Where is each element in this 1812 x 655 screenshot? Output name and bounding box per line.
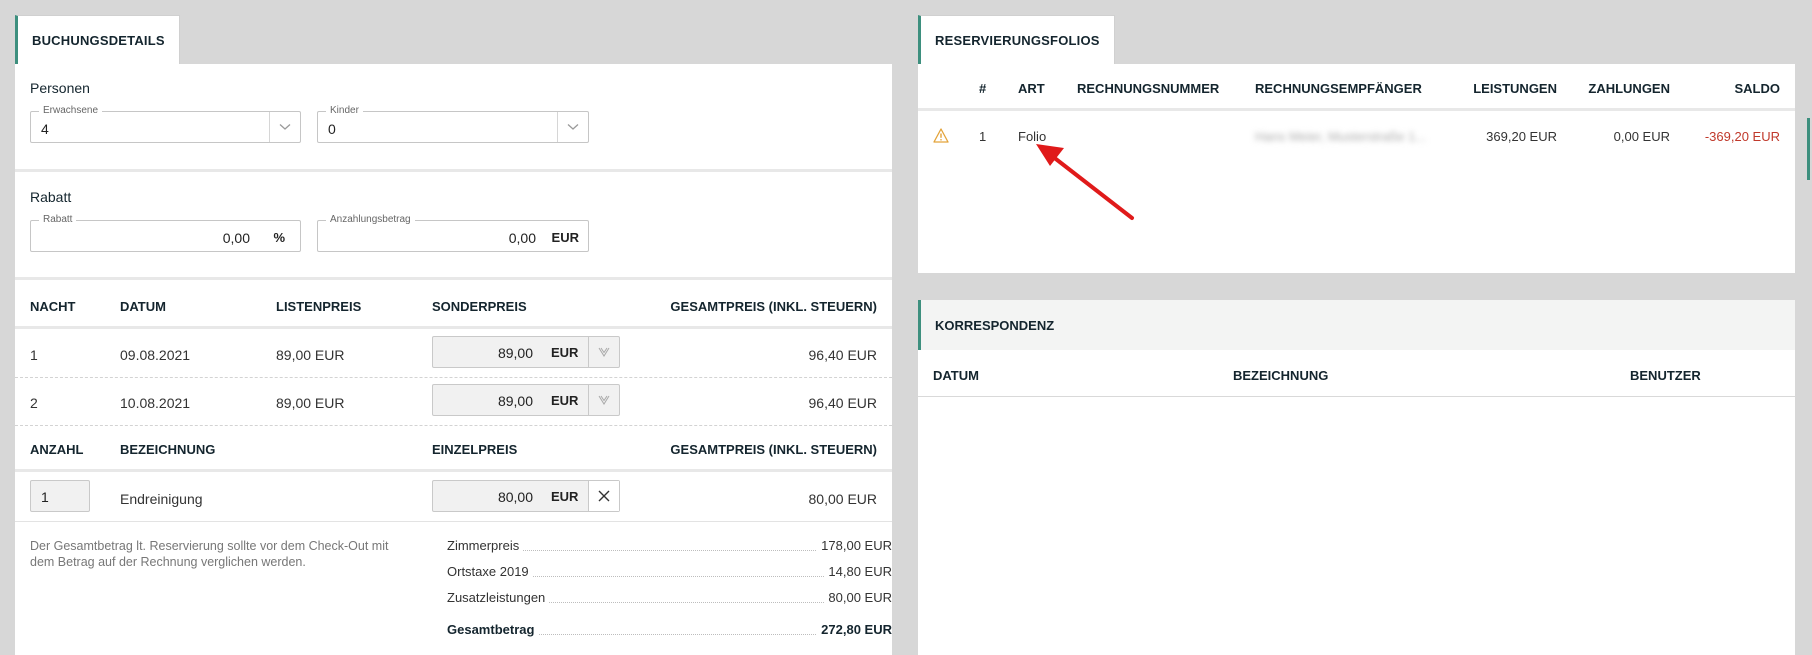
tab-buchungsdetails[interactable]: BUCHUNGSDETAILS <box>15 15 180 64</box>
divider <box>15 425 892 426</box>
extra-name: Endreinigung <box>120 491 203 507</box>
unit-price-input[interactable]: 80,00 EUR <box>432 480 620 512</box>
booking-details-panel: Personen Erwachsene 4 Kinder 0 Rabatt Ra… <box>15 64 892 655</box>
col-header-unitprice: EINZELPREIS <box>432 442 518 457</box>
total-label: Gesamtbetrag <box>447 622 539 637</box>
summary-row: Zusatzleistungen 80,00 EUR <box>447 590 892 608</box>
correspondence-title: KORRESPONDENZ <box>935 318 1055 333</box>
special-price-input[interactable]: 89,00 EUR <box>432 336 620 368</box>
summary-value: 178,00 EUR <box>817 538 892 553</box>
quantity-value: 1 <box>41 489 49 505</box>
checkout-note: Der Gesamtbetrag lt. Reservierung sollte… <box>30 539 389 569</box>
deposit-legend: Anzahlungsbetrag <box>326 214 415 225</box>
tab-reservierungsfolios[interactable]: RESERVIERUNGSFOLIOS <box>918 15 1115 64</box>
heart-icon[interactable] <box>588 337 619 367</box>
night-number: 1 <box>30 347 38 363</box>
divider <box>15 469 892 472</box>
night-date: 10.08.2021 <box>120 395 191 411</box>
persons-title: Personen <box>30 80 90 96</box>
summary-value: 14,80 EUR <box>824 564 892 579</box>
night-total: 96,40 EUR <box>808 395 877 411</box>
folio-payments: 0,00 EUR <box>1613 129 1670 144</box>
summary-label: Ortstaxe 2019 <box>447 564 533 579</box>
special-price-value: 89,00 <box>497 393 533 409</box>
warning-icon <box>933 128 949 148</box>
col-header-number: # <box>979 81 987 96</box>
summary-total-row: Gesamtbetrag 272,80 EUR <box>447 622 892 640</box>
col-header-corr-name: BEZEICHNUNG <box>1233 368 1329 383</box>
deposit-value: 0,00 <box>508 230 536 246</box>
divider <box>15 326 892 329</box>
adults-value: 4 <box>41 121 49 137</box>
children-value: 0 <box>328 121 336 137</box>
col-header-payments: ZAHLUNGEN <box>1588 81 1670 96</box>
special-price-value: 89,00 <box>497 345 533 361</box>
summary-label: Zimmerpreis <box>447 538 524 553</box>
col-header-specialprice: SONDERPREIS <box>432 299 527 314</box>
special-price-unit: EUR <box>551 345 579 360</box>
col-header-night: NACHT <box>30 299 76 314</box>
divider <box>15 521 892 522</box>
col-header-recipient: RECHNUNGSEMPFÄNGER <box>1255 81 1422 96</box>
col-header-type: ART <box>1018 81 1045 96</box>
col-header-corr-user: BENUTZER <box>1630 368 1701 383</box>
discount-value: 0,00 <box>222 230 250 246</box>
adults-select[interactable]: Erwachsene 4 <box>30 105 301 143</box>
unit-price-unit: EUR <box>551 489 579 504</box>
night-date: 09.08.2021 <box>120 347 191 363</box>
night-number: 2 <box>30 395 38 411</box>
discount-legend: Rabatt <box>39 214 77 225</box>
heart-icon[interactable] <box>588 385 619 415</box>
divider <box>15 169 892 172</box>
folio-balance: -369,20 EUR <box>1704 129 1780 144</box>
correspondence-header: KORRESPONDENZ <box>918 300 1795 350</box>
adults-legend: Erwachsene <box>39 105 103 116</box>
chevron-down-icon[interactable] <box>557 112 588 142</box>
folio-recipient: Hans Meier, Musterstraße 1... <box>1255 129 1427 144</box>
night-listprice: 89,00 EUR <box>276 347 345 363</box>
summary-row: Ortstaxe 2019 14,80 EUR <box>447 564 892 582</box>
divider <box>918 108 1795 111</box>
special-price-unit: EUR <box>551 393 579 408</box>
discount-title: Rabatt <box>30 189 72 205</box>
deposit-unit: EUR <box>551 230 579 245</box>
folio-services: 369,20 EUR <box>1486 129 1557 144</box>
col-header-total: GESAMTPREIS (INKL. STEUERN) <box>670 299 877 314</box>
col-header-name: BEZEICHNUNG <box>120 442 216 457</box>
children-legend: Kinder <box>326 105 363 116</box>
night-listprice: 89,00 EUR <box>276 395 345 411</box>
children-select[interactable]: Kinder 0 <box>317 105 589 143</box>
summary-row: Zimmerpreis 178,00 EUR <box>447 538 892 556</box>
special-price-input[interactable]: 89,00 EUR <box>432 384 620 416</box>
col-header-invoice-number: RECHNUNGSNUMMER <box>1077 81 1220 96</box>
total-value: 272,80 EUR <box>817 622 892 637</box>
arrow-annotation-icon <box>1036 144 1134 220</box>
chevron-down-icon[interactable] <box>269 112 300 142</box>
discount-unit: % <box>273 230 285 245</box>
col-header-services: LEISTUNGEN <box>1473 81 1557 96</box>
deposit-input[interactable]: Anzahlungsbetrag 0,00 EUR <box>317 214 589 252</box>
col-header-qty: ANZAHL <box>30 442 84 457</box>
summary-value: 80,00 EUR <box>824 590 892 605</box>
summary-label: Zusatzleistungen <box>447 590 550 605</box>
divider <box>918 396 1795 397</box>
correspondence-panel: KORRESPONDENZ DATUM BEZEICHNUNG BENUTZER <box>918 300 1795 655</box>
folio-number: 1 <box>979 129 987 144</box>
col-header-date: DATUM <box>120 299 166 314</box>
divider <box>15 377 892 378</box>
col-header-corr-date: DATUM <box>933 368 979 383</box>
close-icon[interactable] <box>588 481 619 511</box>
discount-input[interactable]: Rabatt 0,00 % <box>30 214 301 252</box>
quantity-input[interactable]: 1 <box>30 480 90 512</box>
col-header-balance: SALDO <box>1734 81 1781 96</box>
scroll-indicator[interactable] <box>1807 118 1810 180</box>
divider <box>15 277 892 280</box>
night-total: 96,40 EUR <box>808 347 877 363</box>
col-header-listprice: LISTENPREIS <box>276 299 362 314</box>
unit-price-value: 80,00 <box>497 489 533 505</box>
col-header-extras-total: GESAMTPREIS (INKL. STEUERN) <box>670 442 877 457</box>
extra-total: 80,00 EUR <box>808 491 877 507</box>
